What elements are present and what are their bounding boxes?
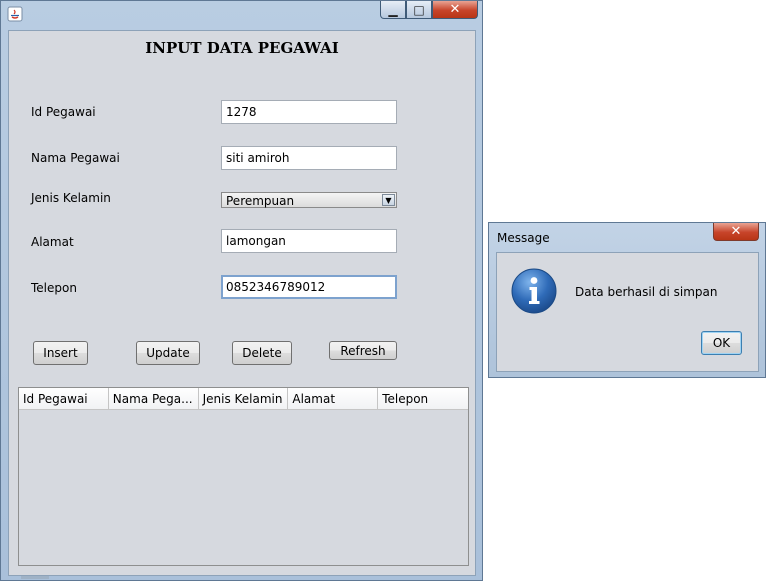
window-resize-edge [21,576,49,579]
title-bar[interactable]: ▁ □ ✕ [1,1,482,27]
column-header-jenis-kelamin[interactable]: Jenis Kelamin [199,388,289,409]
insert-button[interactable]: Insert [33,341,88,365]
nama-pegawai-input[interactable] [221,146,397,170]
refresh-button[interactable]: Refresh [329,341,397,360]
message-dialog: Message ✕ Data berhasil di simpan OK [488,222,766,378]
telepon-label: Telepon [31,281,77,295]
chevron-down-icon[interactable]: ▼ [382,194,395,206]
form-panel: INPUT DATA PEGAWAI Id Pegawai Nama Pegaw… [8,30,476,576]
nama-pegawai-label: Nama Pegawai [31,151,120,165]
id-pegawai-label: Id Pegawai [31,105,96,119]
pegawai-table[interactable]: Id Pegawai Nama Pega... Jenis Kelamin Al… [18,387,469,566]
jenis-kelamin-label: Jenis Kelamin [31,191,111,205]
dialog-message: Data berhasil di simpan [575,285,718,299]
alamat-label: Alamat [31,235,74,249]
id-pegawai-input[interactable] [221,100,397,124]
table-body[interactable] [19,410,468,566]
jenis-kelamin-select[interactable]: Perempuan ▼ [221,192,397,208]
jenis-kelamin-selected: Perempuan [226,194,295,208]
dialog-close-button[interactable]: ✕ [713,223,759,241]
column-header-id-pegawai[interactable]: Id Pegawai [19,388,109,409]
table-header: Id Pegawai Nama Pega... Jenis Kelamin Al… [19,388,468,410]
delete-button[interactable]: Delete [232,341,292,365]
telepon-input[interactable] [221,275,397,299]
info-icon [511,268,557,314]
maximize-button[interactable]: □ [406,1,432,19]
main-window: ▁ □ ✕ INPUT DATA PEGAWAI Id Pegawai Nama… [0,0,483,581]
dialog-title: Message [497,231,550,245]
column-header-nama-pegawai[interactable]: Nama Pega... [109,388,199,409]
alamat-input[interactable] [221,229,397,253]
ok-button[interactable]: OK [701,331,742,355]
page-title: INPUT DATA PEGAWAI [145,39,339,57]
close-button[interactable]: ✕ [432,1,478,19]
update-button[interactable]: Update [136,341,200,365]
java-app-icon [7,6,23,22]
minimize-button[interactable]: ▁ [380,1,406,19]
column-header-telepon[interactable]: Telepon [378,388,468,409]
dialog-body: Data berhasil di simpan OK [496,252,759,372]
column-header-alamat[interactable]: Alamat [288,388,379,409]
